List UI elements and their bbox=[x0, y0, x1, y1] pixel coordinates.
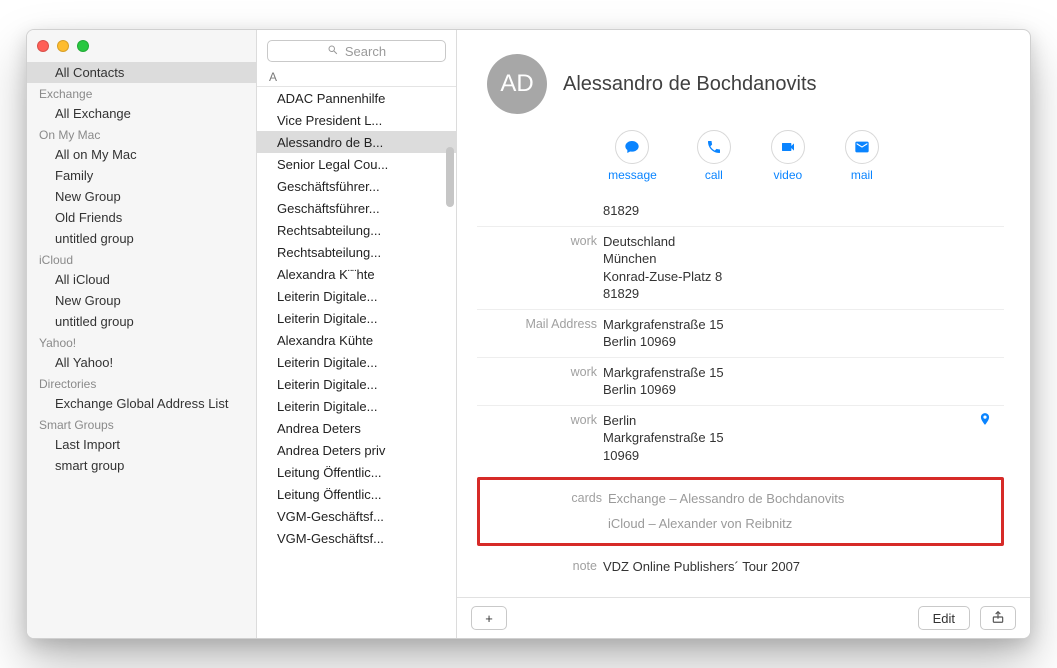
sidebar-item[interactable]: Last Import bbox=[27, 434, 256, 455]
contact-list-row[interactable]: Geschäftsführer... bbox=[257, 197, 456, 219]
search-placeholder: Search bbox=[345, 44, 386, 59]
field-value: 81829 bbox=[603, 202, 972, 220]
contact-field-row: Mail Address Markgrafenstraße 15Berlin 10… bbox=[477, 309, 1004, 357]
sidebar-section-label: iCloud bbox=[27, 249, 256, 269]
contact-list-row[interactable]: Leiterin Digitale... bbox=[257, 351, 456, 373]
field-label: work bbox=[477, 364, 597, 379]
contact-list-row[interactable]: Rechtsabteilung... bbox=[257, 219, 456, 241]
contact-list-row[interactable]: VGM-Geschäftsf... bbox=[257, 527, 456, 549]
field-label-note: note bbox=[477, 558, 597, 573]
sidebar-item[interactable]: Family bbox=[27, 165, 256, 186]
contacts-list-column: Search A ADAC PannenhilfeVice President … bbox=[257, 30, 457, 638]
close-window-button[interactable] bbox=[37, 40, 49, 52]
sidebar-section-label: Yahoo! bbox=[27, 332, 256, 352]
minimize-window-button[interactable] bbox=[57, 40, 69, 52]
phone-icon bbox=[697, 130, 731, 164]
traffic-lights bbox=[27, 36, 256, 62]
sidebar-section-label: Smart Groups bbox=[27, 414, 256, 434]
avatar: AD bbox=[487, 54, 547, 114]
sidebar-item[interactable]: New Group bbox=[27, 290, 256, 311]
contact-list-row[interactable]: Senior Legal Cou... bbox=[257, 153, 456, 175]
contact-list-row[interactable]: VGM-Geschäftsf... bbox=[257, 505, 456, 527]
field-label: work bbox=[477, 412, 597, 427]
sidebar-item[interactable]: untitled group bbox=[27, 311, 256, 332]
contact-list-row[interactable]: Alessandro de B... bbox=[257, 131, 456, 153]
message-action[interactable]: message bbox=[608, 130, 657, 182]
field-value: Markgrafenstraße 15Berlin 10969 bbox=[603, 364, 972, 399]
plus-icon: + bbox=[485, 611, 493, 626]
add-button[interactable]: + bbox=[471, 606, 507, 630]
contact-list-row[interactable]: ADAC Pannenhilfe bbox=[257, 87, 456, 109]
contact-field-row: 81829 bbox=[477, 196, 1004, 226]
sidebar-section-label: Exchange bbox=[27, 83, 256, 103]
contact-field-row: work Markgrafenstraße 15Berlin 10969 bbox=[477, 357, 1004, 405]
contact-list-row[interactable]: Leiterin Digitale... bbox=[257, 307, 456, 329]
video-icon bbox=[771, 130, 805, 164]
call-action[interactable]: call bbox=[697, 130, 731, 182]
map-pin-icon[interactable] bbox=[978, 412, 1004, 429]
sidebar-item[interactable]: All Exchange bbox=[27, 103, 256, 124]
contact-list-row[interactable]: Alexandra Kühte bbox=[257, 329, 456, 351]
contact-list-row[interactable]: Andrea Deters bbox=[257, 417, 456, 439]
sidebar: All Contacts ExchangeAll ExchangeOn My M… bbox=[27, 30, 257, 638]
field-label: Mail Address bbox=[477, 316, 597, 331]
contact-list-row[interactable]: Vice President L... bbox=[257, 109, 456, 131]
contacts-window: All Contacts ExchangeAll ExchangeOn My M… bbox=[26, 29, 1031, 639]
sidebar-item[interactable]: Old Friends bbox=[27, 207, 256, 228]
sidebar-item[interactable]: untitled group bbox=[27, 228, 256, 249]
sidebar-all-contacts[interactable]: All Contacts bbox=[27, 62, 256, 83]
contact-list-row[interactable]: Leitung Öffentlic... bbox=[257, 461, 456, 483]
contact-field-row: work BerlinMarkgrafenstraße 1510969 bbox=[477, 405, 1004, 471]
message-label: message bbox=[608, 168, 657, 182]
contact-list-row[interactable]: Andrea Deters priv bbox=[257, 439, 456, 461]
contact-name: Alessandro de Bochdanovits bbox=[563, 73, 817, 96]
message-icon bbox=[615, 130, 649, 164]
note-value[interactable]: VDZ Online Publishers´ Tour 2007 bbox=[603, 558, 972, 576]
mail-icon bbox=[845, 130, 879, 164]
linked-card-1[interactable]: iCloud – Alexander von Reibnitz bbox=[608, 515, 967, 533]
field-label bbox=[477, 202, 597, 203]
list-section-letter: A bbox=[257, 68, 456, 87]
zoom-window-button[interactable] bbox=[77, 40, 89, 52]
field-label-cards: cards bbox=[482, 490, 602, 505]
contact-actions: message call video mail bbox=[477, 124, 1010, 192]
list-scrollbar[interactable] bbox=[446, 147, 454, 207]
contact-detail: AD Alessandro de Bochdanovits message ca… bbox=[457, 30, 1030, 638]
field-value: BerlinMarkgrafenstraße 1510969 bbox=[603, 412, 972, 465]
contact-field-row: work DeutschlandMünchenKonrad-Zuse-Platz … bbox=[477, 226, 1004, 309]
contact-list-row[interactable]: Leiterin Digitale... bbox=[257, 285, 456, 307]
mail-action[interactable]: mail bbox=[845, 130, 879, 182]
sidebar-item[interactable]: All on My Mac bbox=[27, 144, 256, 165]
share-button[interactable] bbox=[980, 606, 1016, 630]
contact-list-row[interactable]: Geschäftsführer... bbox=[257, 175, 456, 197]
field-value: Markgrafenstraße 15Berlin 10969 bbox=[603, 316, 972, 351]
sidebar-item[interactable]: smart group bbox=[27, 455, 256, 476]
contact-list-row[interactable]: Alexandra K¨¨hte bbox=[257, 263, 456, 285]
sidebar-item[interactable]: All iCloud bbox=[27, 269, 256, 290]
search-icon bbox=[327, 44, 339, 59]
contacts-list: ADAC PannenhilfeVice President L...Aless… bbox=[257, 87, 456, 638]
contact-list-row[interactable]: Leiterin Digitale... bbox=[257, 395, 456, 417]
sidebar-item[interactable]: Exchange Global Address List bbox=[27, 393, 256, 414]
field-value: DeutschlandMünchenKonrad-Zuse-Platz 8818… bbox=[603, 233, 972, 303]
contact-list-row[interactable]: Leitung Öffentlic... bbox=[257, 483, 456, 505]
contact-fields: 81829 work DeutschlandMünchenKonrad-Zuse-P… bbox=[457, 192, 1030, 597]
edit-button[interactable]: Edit bbox=[918, 606, 970, 630]
call-label: call bbox=[705, 168, 723, 182]
video-action[interactable]: video bbox=[771, 130, 805, 182]
sidebar-item[interactable]: New Group bbox=[27, 186, 256, 207]
sidebar-section-label: Directories bbox=[27, 373, 256, 393]
field-label: work bbox=[477, 233, 597, 248]
cards-highlight: cards Exchange – Alessandro de Bochdanov… bbox=[477, 477, 1004, 546]
video-label: video bbox=[774, 168, 803, 182]
detail-footer: + Edit bbox=[457, 597, 1030, 638]
search-input[interactable]: Search bbox=[267, 40, 446, 62]
contact-list-row[interactable]: Leiterin Digitale... bbox=[257, 373, 456, 395]
contact-list-row[interactable]: Rechtsabteilung... bbox=[257, 241, 456, 263]
sidebar-section-label: On My Mac bbox=[27, 124, 256, 144]
mail-label: mail bbox=[851, 168, 873, 182]
share-icon bbox=[991, 610, 1005, 627]
sidebar-item[interactable]: All Yahoo! bbox=[27, 352, 256, 373]
linked-card-0[interactable]: Exchange – Alessandro de Bochdanovits bbox=[608, 490, 967, 508]
